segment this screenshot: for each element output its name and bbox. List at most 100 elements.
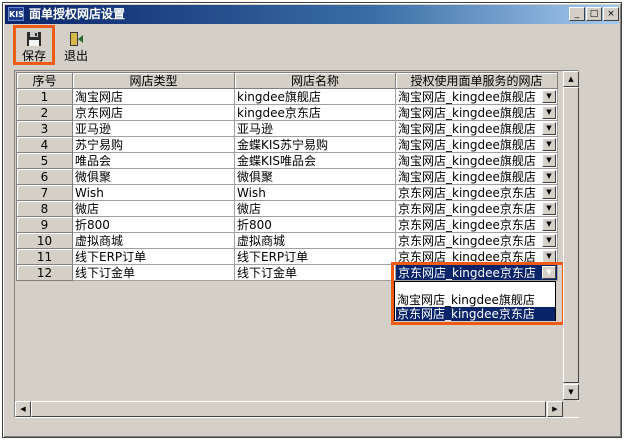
shop-name-cell[interactable]: 金蝶KIS苏宁易购 xyxy=(234,136,396,153)
dropdown-option-jd[interactable]: 京东网店_kingdee京东店 xyxy=(396,307,555,321)
maximize-button[interactable]: □ xyxy=(586,7,602,21)
shop-name-cell[interactable]: 线下订金单 xyxy=(234,264,396,281)
col-header-shop-type[interactable]: 网店类型 xyxy=(72,72,235,89)
auth-shop-select-text: 淘宝网店_kingdee旗舰店 xyxy=(398,169,536,184)
door-exit-icon xyxy=(70,32,83,46)
row-number-cell[interactable]: 4 xyxy=(16,136,73,153)
scroll-up-icon[interactable]: ▲ xyxy=(563,71,579,87)
shop-type-cell[interactable]: 京东网店 xyxy=(72,104,235,121)
horizontal-scrollbar[interactable]: ◀ ▶ xyxy=(15,401,563,417)
dropdown-option-taobao[interactable]: 淘宝网店_kingdee旗舰店 xyxy=(397,293,553,307)
chevron-down-icon[interactable]: ▼ xyxy=(542,186,556,199)
chevron-down-icon[interactable]: ▼ xyxy=(542,90,556,103)
shop-type-cell[interactable]: 线下订金单 xyxy=(72,264,235,281)
auth-shop-select[interactable]: 淘宝网店_kingdee旗舰店 ▼ xyxy=(395,120,558,137)
shop-name-cell[interactable]: 金蝶KIS唯品会 xyxy=(234,152,396,169)
shop-name-cell[interactable]: 亚马逊 xyxy=(234,120,396,137)
table-row[interactable]: 11 线下ERP订单 线下ERP订单 京东网店_kingdee京东店 ▼ xyxy=(16,248,558,265)
shop-name-cell-text: 折800 xyxy=(237,217,272,232)
row-number-cell[interactable]: 10 xyxy=(16,232,73,249)
chevron-down-icon[interactable]: ▼ xyxy=(542,106,556,119)
chevron-down-icon[interactable]: ▼ xyxy=(542,266,556,279)
auth-shop-select[interactable]: 淘宝网店_kingdee旗舰店 ▼ xyxy=(395,168,558,185)
row-number-cell[interactable]: 12 xyxy=(16,264,73,281)
chevron-down-icon[interactable]: ▼ xyxy=(542,154,556,167)
auth-shop-select[interactable]: 京东网店_kingdee京东店 ▼ xyxy=(395,248,558,265)
shop-name-cell[interactable]: kingdee旗舰店 xyxy=(234,88,396,105)
exit-button[interactable]: 退出 xyxy=(57,28,95,66)
table-row[interactable]: 10 虚拟商城 虚拟商城 京东网店_kingdee京东店 ▼ xyxy=(16,232,558,249)
row-number-cell[interactable]: 8 xyxy=(16,200,73,217)
title-bar[interactable]: KIS 面单授权网店设置 _ □ × xyxy=(5,5,619,24)
shop-type-cell[interactable]: 线下ERP订单 xyxy=(72,248,235,265)
table-row[interactable]: 5 唯品会 金蝶KIS唯品会 淘宝网店_kingdee旗舰店 ▼ xyxy=(16,152,558,169)
table-row[interactable]: 3 亚马逊 亚马逊 淘宝网店_kingdee旗舰店 ▼ xyxy=(16,120,558,137)
shop-type-cell[interactable]: 淘宝网店 xyxy=(72,88,235,105)
row-number-cell[interactable]: 2 xyxy=(16,104,73,121)
col-header-shop-name[interactable]: 网店名称 xyxy=(234,72,396,89)
auth-shop-select[interactable]: 京东网店_kingdee京东店 ▼ xyxy=(395,216,558,233)
chevron-down-icon[interactable]: ▼ xyxy=(542,250,556,263)
auth-shop-select[interactable]: 京东网店_kingdee京东店 ▼ xyxy=(395,184,558,201)
table-row[interactable]: 8 微店 微店 京东网店_kingdee京东店 ▼ xyxy=(16,200,558,217)
shop-name-cell-text: 微俱聚 xyxy=(237,169,274,184)
chevron-down-icon[interactable]: ▼ xyxy=(542,218,556,231)
shop-name-cell-text: kingdee旗舰店 xyxy=(237,89,321,104)
scroll-down-icon[interactable]: ▼ xyxy=(563,384,579,400)
table-row[interactable]: 1 淘宝网店 kingdee旗舰店 淘宝网店_kingdee旗舰店 ▼ xyxy=(16,88,558,105)
table-row[interactable]: 7 Wish Wish 京东网店_kingdee京东店 ▼ xyxy=(16,184,558,201)
col-header-no[interactable]: 序号 xyxy=(16,72,73,89)
auth-shop-select[interactable]: 淘宝网店_kingdee旗舰店 ▼ xyxy=(395,152,558,169)
auth-shop-select[interactable]: 京东网店_kingdee京东店 ▼ xyxy=(395,264,558,281)
chevron-down-icon[interactable]: ▼ xyxy=(542,234,556,247)
shop-type-cell[interactable]: Wish xyxy=(72,184,235,201)
shop-type-cell[interactable]: 苏宁易购 xyxy=(72,136,235,153)
save-button[interactable]: 保存 xyxy=(15,28,53,66)
scroll-right-icon[interactable]: ▶ xyxy=(547,401,563,417)
shop-type-cell[interactable]: 折800 xyxy=(72,216,235,233)
shop-type-cell-text: 微店 xyxy=(75,201,100,216)
table-row[interactable]: 9 折800 折800 京东网店_kingdee京东店 ▼ xyxy=(16,216,558,233)
row-number-cell[interactable]: 1 xyxy=(16,88,73,105)
shop-type-cell[interactable]: 微俱聚 xyxy=(72,168,235,185)
shop-name-cell[interactable]: 微俱聚 xyxy=(234,168,396,185)
shop-name-cell[interactable]: 线下ERP订单 xyxy=(234,248,396,265)
row-number-cell[interactable]: 7 xyxy=(16,184,73,201)
table-row[interactable]: 6 微俱聚 微俱聚 淘宝网店_kingdee旗舰店 ▼ xyxy=(16,168,558,185)
shop-type-cell[interactable]: 亚马逊 xyxy=(72,120,235,137)
shop-type-cell[interactable]: 唯品会 xyxy=(72,152,235,169)
chevron-down-icon[interactable]: ▼ xyxy=(542,170,556,183)
shop-name-cell[interactable]: Wish xyxy=(234,184,396,201)
auth-shop-select[interactable]: 淘宝网店_kingdee旗舰店 ▼ xyxy=(395,88,558,105)
row-number-cell[interactable]: 9 xyxy=(16,216,73,233)
shop-name-cell[interactable]: 折800 xyxy=(234,216,396,233)
shop-name-cell[interactable]: 虚拟商城 xyxy=(234,232,396,249)
shop-name-cell-text: 金蝶KIS苏宁易购 xyxy=(237,137,329,152)
auth-shop-select[interactable]: 淘宝网店_kingdee旗舰店 ▼ xyxy=(395,136,558,153)
auth-shop-select[interactable]: 京东网店_kingdee京东店 ▼ xyxy=(395,200,558,217)
vertical-scroll-thumb[interactable] xyxy=(563,87,579,383)
col-header-authorized-shop[interactable]: 授权使用面单服务的网店 xyxy=(395,72,558,89)
row-number-cell[interactable]: 3 xyxy=(16,120,73,137)
scroll-left-icon[interactable]: ◀ xyxy=(15,401,31,417)
auth-shop-select[interactable]: 淘宝网店_kingdee旗舰店 ▼ xyxy=(395,104,558,121)
table-row[interactable]: 4 苏宁易购 金蝶KIS苏宁易购 淘宝网店_kingdee旗舰店 ▼ xyxy=(16,136,558,153)
chevron-down-icon[interactable]: ▼ xyxy=(542,138,556,151)
shop-type-cell[interactable]: 虚拟商城 xyxy=(72,232,235,249)
chevron-down-icon[interactable]: ▼ xyxy=(542,122,556,135)
shop-name-cell[interactable]: 微店 xyxy=(234,200,396,217)
shop-type-cell-text: 苏宁易购 xyxy=(75,137,124,152)
chevron-down-icon[interactable]: ▼ xyxy=(542,202,556,215)
row-number-cell[interactable]: 11 xyxy=(16,248,73,265)
table-row[interactable]: 12 线下订金单 线下订金单 京东网店_kingdee京东店 ▼ xyxy=(16,264,558,281)
row-number-cell[interactable]: 6 xyxy=(16,168,73,185)
horizontal-scroll-thumb[interactable] xyxy=(31,401,546,417)
auth-shop-select[interactable]: 京东网店_kingdee京东店 ▼ xyxy=(395,232,558,249)
shop-type-cell[interactable]: 微店 xyxy=(72,200,235,217)
close-button[interactable]: × xyxy=(603,7,619,21)
shop-name-cell[interactable]: kingdee京东店 xyxy=(234,104,396,121)
minimize-button[interactable]: _ xyxy=(569,7,585,21)
row-number-cell[interactable]: 5 xyxy=(16,152,73,169)
vertical-scrollbar[interactable]: ▲ ▼ xyxy=(563,71,579,400)
table-row[interactable]: 2 京东网店 kingdee京东店 淘宝网店_kingdee旗舰店 ▼ xyxy=(16,104,558,121)
